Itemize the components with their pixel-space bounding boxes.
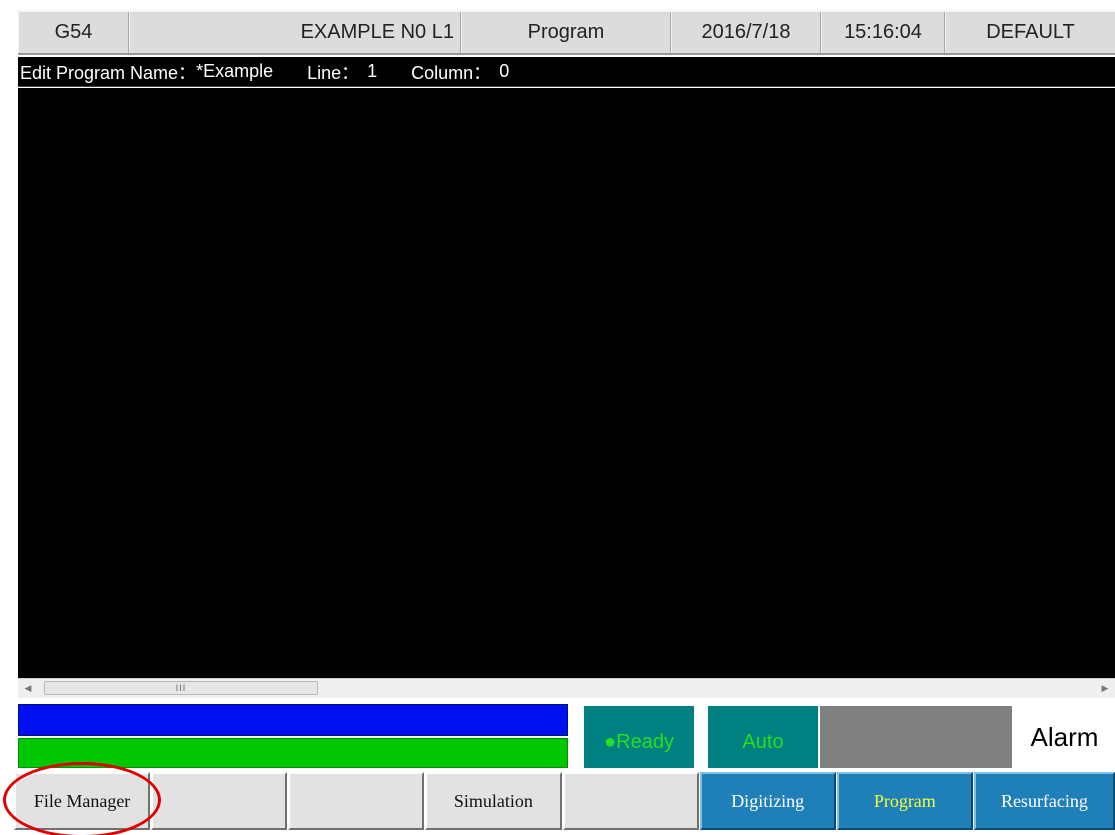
line-number: 1 [367, 61, 378, 81]
program-editor[interactable] [18, 88, 1115, 678]
line-label: Line： [307, 62, 360, 83]
program-info-bar: Edit Program Name： *Example Line： 1 Colu… [18, 57, 1115, 87]
column-number: 0 [499, 61, 510, 81]
coord-system-indicator: G54 [18, 12, 129, 53]
horizontal-scrollbar[interactable]: ◀ III ▶ [18, 678, 1115, 698]
mode-indicator: Program [461, 12, 671, 53]
spindle-load-bar [18, 738, 568, 768]
auto-mode-status: Auto [708, 706, 818, 768]
column-label: Column： [411, 62, 492, 83]
function-key-2[interactable] [151, 772, 288, 830]
resurfacing-button[interactable]: Resurfacing [973, 772, 1115, 830]
header-bar: G54 EXAMPLE N0 L1 Program 2016/7/18 15:1… [18, 10, 1115, 55]
file-manager-button[interactable]: File Manager [14, 772, 151, 830]
function-key-3[interactable] [288, 772, 425, 830]
function-key-bar: File Manager Simulation Digitizing Progr… [14, 772, 1115, 830]
ready-status: ●Ready [584, 706, 694, 768]
alarm-indicator[interactable]: Alarm [1014, 706, 1115, 768]
program-name: *Example [196, 61, 274, 81]
feed-rate-bar [18, 704, 568, 736]
cnc-control-screen: G54 EXAMPLE N0 L1 Program 2016/7/18 15:1… [0, 0, 1115, 835]
simulation-button[interactable]: Simulation [425, 772, 562, 830]
program-name-label: Edit Program Name： [20, 62, 197, 83]
digitizing-button[interactable]: Digitizing [699, 772, 836, 830]
program-line-indicator: EXAMPLE N0 L1 [129, 12, 461, 53]
time-display: 15:16:04 [821, 12, 945, 53]
status-blank-panel [820, 706, 1012, 768]
program-button[interactable]: Program [836, 772, 973, 830]
function-key-5[interactable] [562, 772, 699, 830]
date-display: 2016/7/18 [671, 12, 821, 53]
scroll-left-arrow-icon[interactable]: ◀ [18, 679, 38, 698]
scroll-right-arrow-icon[interactable]: ▶ [1095, 679, 1115, 698]
scrollbar-thumb[interactable]: III [44, 681, 318, 695]
profile-indicator: DEFAULT [945, 12, 1115, 53]
